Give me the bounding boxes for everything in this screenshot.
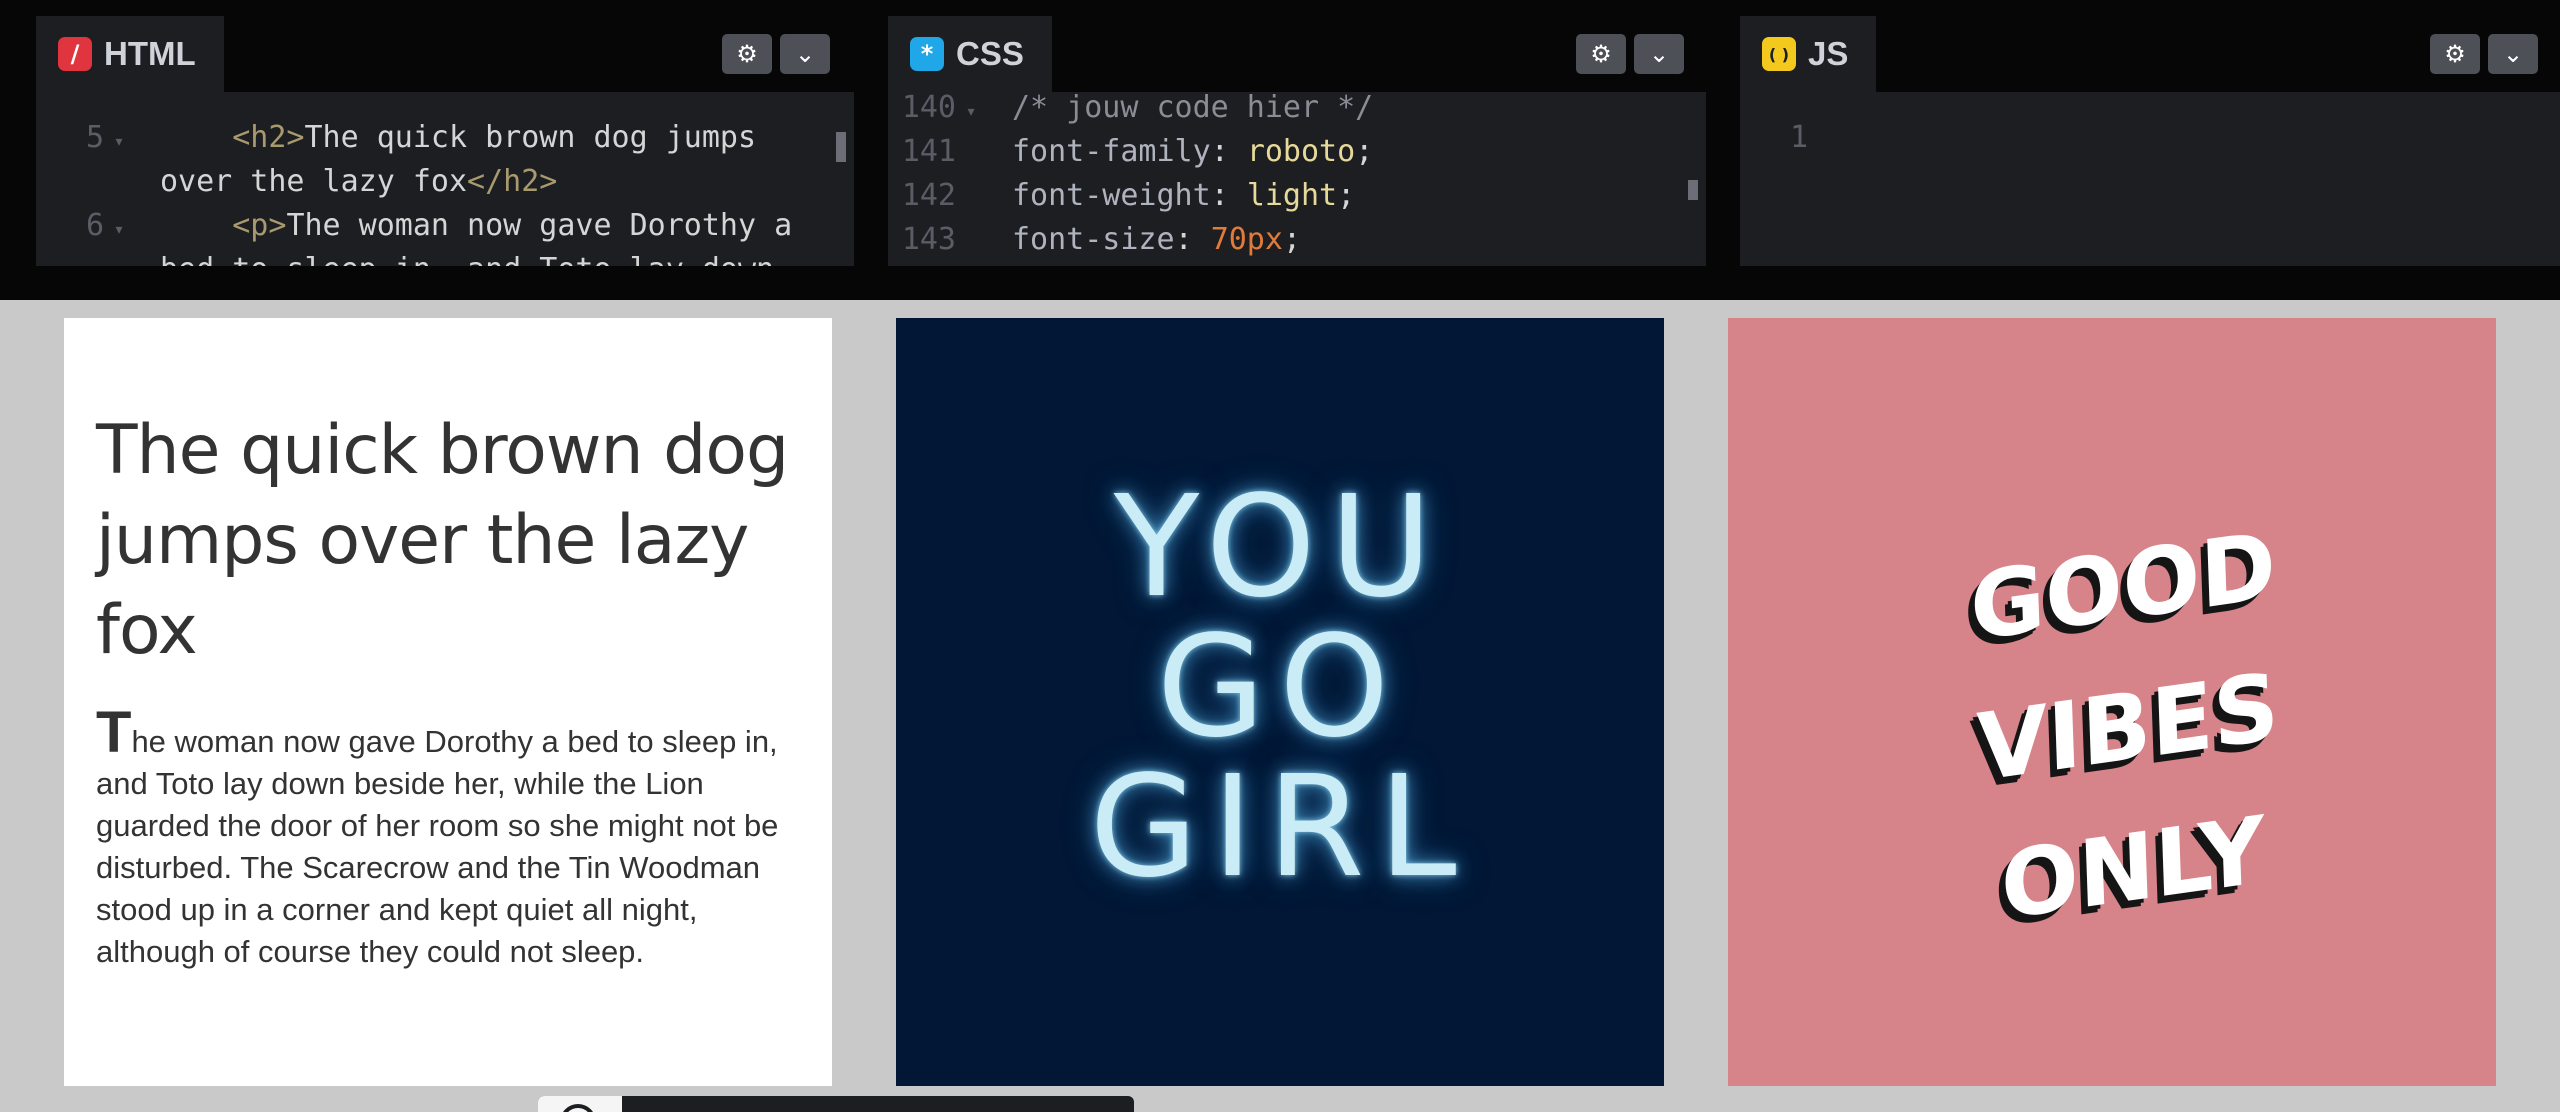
html-editor-panel: / HTML ⚙ ⌄ 5 ▾ <h2>The quick brown dog ju… xyxy=(36,16,854,266)
line-number: 1 xyxy=(1789,120,1808,155)
css-settings-button[interactable]: ⚙ xyxy=(1576,34,1626,74)
code-text: <h2>The quick brown dog jumps xyxy=(160,116,756,160)
code-token: : xyxy=(1210,178,1247,213)
line-number: 141 xyxy=(901,134,956,169)
line-gutter: 143 xyxy=(888,218,998,262)
js-settings-button[interactable]: ⚙ xyxy=(2430,34,2480,74)
code-text: over the lazy fox</h2> xyxy=(160,160,557,204)
line-gutter: 140 ▾ xyxy=(888,86,998,134)
line-gutter xyxy=(36,248,146,266)
preview-card-vibes: GOOD VIBES ONLY xyxy=(1728,318,2496,1086)
fold-arrow-icon[interactable]: ▾ xyxy=(104,120,134,164)
top-strip xyxy=(0,0,2560,16)
line-number: 5 xyxy=(85,120,104,155)
paragraph-text: he woman now gave Dorothy a bed to sleep… xyxy=(96,724,779,969)
html-panel-header: / HTML ⚙ ⌄ xyxy=(36,16,854,92)
neon-text: YOU GO GIRL xyxy=(896,478,1664,898)
vibes-text: GOOD VIBES ONLY xyxy=(1942,492,2313,964)
line-gutter: 141 xyxy=(888,130,998,174)
code-token: The woman now gave Dorothy a xyxy=(286,208,793,243)
code-token: bed to sleep in, and Toto lay down xyxy=(160,252,774,266)
logo-icon xyxy=(560,1104,596,1112)
chevron-down-icon: ⌄ xyxy=(794,40,816,68)
card-paragraph: The woman now gave Dorothy a bed to slee… xyxy=(96,704,812,973)
code-token: <p> xyxy=(232,208,287,243)
html-code[interactable]: 5 ▾ <h2>The quick brown dog jumps over the… xyxy=(36,92,854,266)
editor-area: / HTML ⚙ ⌄ 5 ▾ <h2>The quick brown dog ju… xyxy=(0,16,2560,266)
gear-icon: ⚙ xyxy=(736,40,758,68)
chevron-down-icon: ⌄ xyxy=(2502,40,2524,68)
css-editor-panel: * CSS ⚙ ⌄ 140 ▾ /* jouw code hier */ 141 fon… xyxy=(888,16,1706,266)
gear-icon: ⚙ xyxy=(1590,40,1612,68)
fold-arrow-icon[interactable]: ▾ xyxy=(104,208,134,252)
js-collapse-button[interactable]: ⌄ xyxy=(2488,34,2538,74)
preview-card-neon: YOU GO GIRL xyxy=(896,318,1664,1086)
code-token: ; xyxy=(1337,178,1356,213)
preview-card-typography: The quick brown dog jumps over the lazy … xyxy=(64,318,832,1086)
code-token: light xyxy=(1246,178,1338,213)
line-gutter xyxy=(36,160,146,204)
css-collapse-button[interactable]: ⌄ xyxy=(1634,34,1684,74)
code-token: font-weight xyxy=(1012,178,1211,213)
js-tab[interactable]: ( ) JS xyxy=(1740,16,1877,92)
neon-line-1: YOU xyxy=(1113,466,1447,629)
chevron-down-icon: ⌄ xyxy=(1648,40,1670,68)
css-code[interactable]: 140 ▾ /* jouw code hier */ 141 font-family: … xyxy=(888,90,1706,266)
code-token: font-family xyxy=(1012,134,1211,169)
css-tab[interactable]: * CSS xyxy=(888,16,1052,92)
code-text: font-weight: light; xyxy=(1012,174,1355,218)
editor-resize-bar[interactable] xyxy=(0,266,2560,300)
neon-line-3: GIRL xyxy=(1089,746,1471,909)
drop-cap: T xyxy=(96,700,132,765)
code-token: The quick brown dog jumps xyxy=(304,120,757,155)
js-panel-header: ( ) JS ⚙ ⌄ xyxy=(1740,16,2560,92)
line-gutter: 142 xyxy=(888,174,998,218)
code-token: <h2> xyxy=(232,120,305,155)
line-number: 140 xyxy=(901,90,956,125)
code-text: <p>The woman now gave Dorothy a xyxy=(160,204,792,248)
neon-line-2: GO xyxy=(1156,606,1404,769)
css-tab-label: CSS xyxy=(956,35,1024,72)
line-number: 143 xyxy=(901,222,956,257)
line-gutter: 1 xyxy=(1740,116,1850,160)
js-code[interactable]: 1 xyxy=(1740,92,2560,266)
css-scrollbar[interactable] xyxy=(1688,180,1698,200)
html-tab[interactable]: / HTML xyxy=(36,16,224,92)
html-tab-label: HTML xyxy=(104,35,196,72)
code-token: /* jouw code hier */ xyxy=(1012,90,1374,125)
code-token: : xyxy=(1174,222,1211,257)
line-gutter: 6 ▾ xyxy=(36,204,146,252)
code-token: </h2> xyxy=(467,164,558,199)
css-badge-icon: * xyxy=(910,37,944,71)
html-scrollbar[interactable] xyxy=(836,132,846,162)
line-number: 142 xyxy=(901,178,956,213)
code-token: roboto xyxy=(1246,134,1356,169)
card-heading: The quick brown dog jumps over the lazy … xyxy=(96,411,789,670)
html-collapse-button[interactable]: ⌄ xyxy=(780,34,830,74)
line-gutter: 5 ▾ xyxy=(36,116,146,164)
code-text: bed to sleep in, and Toto lay down xyxy=(160,248,774,266)
code-text: /* jouw code hier */ xyxy=(1012,86,1373,130)
logo-segment xyxy=(538,1096,622,1112)
code-token: over the lazy fox xyxy=(160,164,468,199)
code-token: font-size xyxy=(1012,222,1175,257)
css-panel-header: * CSS ⚙ ⌄ xyxy=(888,16,1706,92)
code-text: font-family: roboto; xyxy=(1012,130,1373,174)
gear-icon: ⚙ xyxy=(2444,40,2466,68)
fold-arrow-icon[interactable]: ▾ xyxy=(956,90,986,134)
code-token: : xyxy=(1210,134,1247,169)
code-text: font-size: 70px; xyxy=(1012,218,1301,262)
bottom-toolbar[interactable] xyxy=(538,1096,1134,1112)
code-token: 70px xyxy=(1210,222,1283,257)
line-number: 6 xyxy=(85,208,104,243)
html-settings-button[interactable]: ⚙ xyxy=(722,34,772,74)
html-badge-icon: / xyxy=(58,37,92,71)
js-tab-label: JS xyxy=(1808,35,1849,72)
code-token: ; xyxy=(1355,134,1374,169)
code-token: ; xyxy=(1282,222,1301,257)
js-editor-panel: ( ) JS ⚙ ⌄ 1 xyxy=(1740,16,2560,266)
js-badge-icon: ( ) xyxy=(1762,37,1796,71)
